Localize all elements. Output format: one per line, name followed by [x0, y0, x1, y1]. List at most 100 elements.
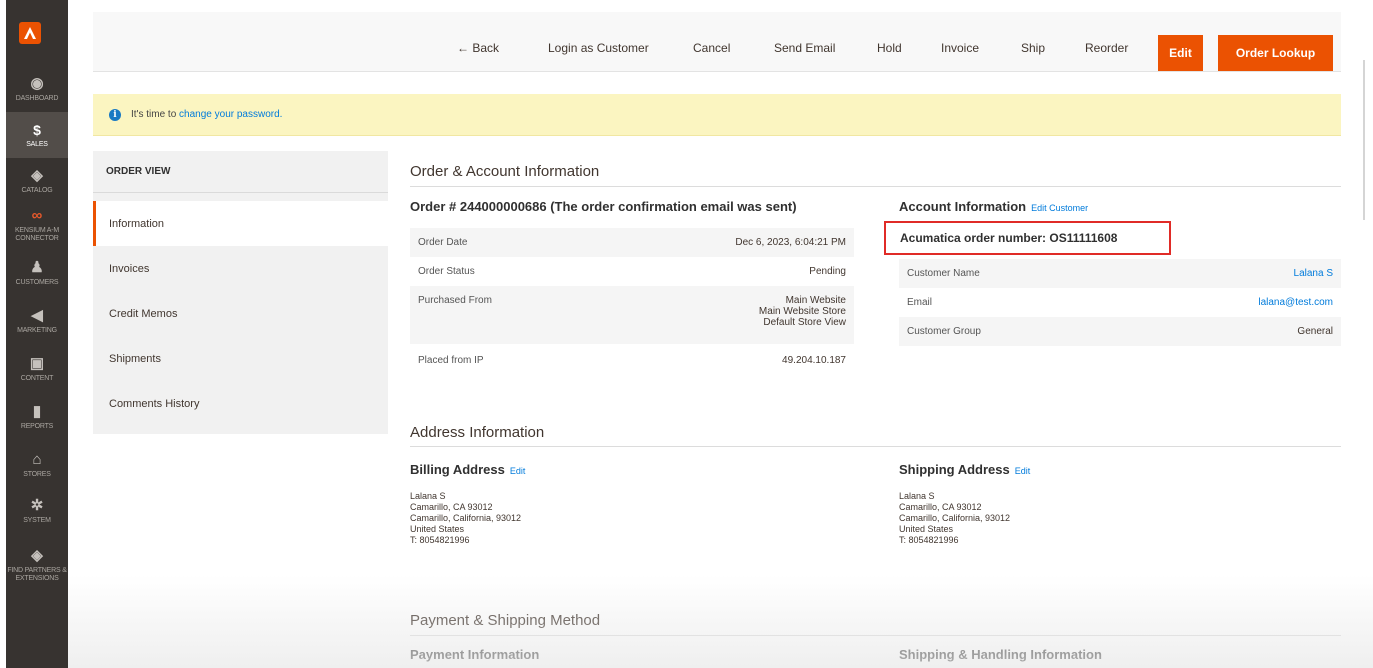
billing-address: Lalana S Camarillo, CA 93012 Camarillo, …: [410, 491, 521, 546]
tab-information[interactable]: Information: [93, 201, 388, 246]
back-button[interactable]: ← Back: [457, 42, 499, 54]
nav-customers[interactable]: ♟ CUSTOMERS: [6, 250, 68, 296]
catalog-icon: ◈: [31, 166, 43, 184]
nav-kensium-connector[interactable]: ∞ KENSIUM A-M CONNECTOR: [6, 202, 68, 248]
placed-from-ip-value: 49.204.10.187: [782, 355, 846, 366]
billing-phone: T: 8054821996: [410, 535, 470, 545]
billing-line-2: Camarillo, California, 93012: [410, 513, 522, 523]
edit-customer-link[interactable]: Edit Customer: [1031, 203, 1088, 213]
order-lookup-button[interactable]: Order Lookup: [1218, 35, 1333, 71]
table-row: Email lalana@test.com: [899, 288, 1341, 317]
shipping-address-heading: Shipping Address Edit: [899, 462, 1030, 477]
nav-label: CATALOG: [21, 186, 53, 194]
nav-label: STORES: [23, 470, 51, 478]
login-as-customer-button[interactable]: Login as Customer: [548, 42, 649, 54]
nav-marketing[interactable]: ◀ MARKETING: [6, 298, 68, 344]
order-info-table: Order Date Dec 6, 2023, 6:04:21 PM Order…: [410, 228, 854, 377]
account-info-title: Account Information: [899, 199, 1027, 214]
notice-text: It's time to: [131, 109, 177, 120]
ship-button[interactable]: Ship: [1021, 42, 1045, 54]
customer-name-link[interactable]: Lalana S: [1294, 268, 1333, 279]
customer-email-link[interactable]: lalana@test.com: [1258, 297, 1333, 308]
purchased-from-store: Main Website Store: [758, 306, 846, 317]
nav-label: CONTENT: [20, 374, 54, 382]
nav-find-partners[interactable]: ◈ FIND PARTNERS & EXTENSIONS: [6, 540, 68, 590]
nav-system[interactable]: ✲ SYSTEM: [6, 488, 68, 534]
magento-logo[interactable]: [19, 22, 41, 44]
content-icon: ▣: [29, 354, 45, 372]
placed-from-ip-label: Placed from IP: [418, 355, 484, 366]
admin-sidebar: ◉ DASHBOARD $ SALES ◈ CATALOG ∞ KENSIUM …: [6, 0, 68, 668]
change-password-link[interactable]: change your password.: [179, 109, 282, 120]
nav-stores[interactable]: ⌂ STORES: [6, 442, 68, 488]
billing-address-title: Billing Address: [410, 462, 505, 477]
purchased-from-view: Default Store View: [763, 317, 846, 328]
send-email-button[interactable]: Send Email: [774, 42, 835, 54]
nav-dashboard[interactable]: ◉ DASHBOARD: [6, 66, 68, 112]
nav-label: FIND PARTNERS & EXTENSIONS: [7, 566, 67, 582]
shipping-country: United States: [899, 524, 954, 534]
nav-label: SALES: [26, 140, 48, 148]
table-row: Order Status Pending: [410, 257, 854, 286]
shipping-address: Lalana S Camarillo, CA 93012 Camarillo, …: [899, 491, 1010, 546]
edit-shipping-address-link[interactable]: Edit: [1015, 466, 1031, 476]
edit-billing-address-link[interactable]: Edit: [510, 466, 526, 476]
tab-credit-memos[interactable]: Credit Memos: [93, 291, 388, 336]
invoice-button[interactable]: Invoice: [941, 42, 979, 54]
customer-name-label: Customer Name: [899, 259, 1120, 288]
gear-icon: ✲: [30, 496, 44, 514]
connector-icon: ∞: [31, 206, 43, 224]
order-date-value: Dec 6, 2023, 6:04:21 PM: [594, 228, 854, 257]
page-scrollbar[interactable]: [1363, 60, 1365, 220]
purchased-from-value: Main Website Main Website Store Default …: [594, 286, 854, 344]
nav-label: SYSTEM: [23, 516, 51, 524]
table-row: Order Date Dec 6, 2023, 6:04:21 PM: [410, 228, 854, 257]
nav-sales[interactable]: $ SALES: [6, 112, 68, 158]
info-icon: i: [109, 108, 121, 121]
extensions-icon: ◈: [31, 546, 43, 564]
dollar-icon: $: [33, 121, 41, 138]
bar-chart-icon: ▮: [32, 402, 42, 420]
nav-content[interactable]: ▣ CONTENT: [6, 346, 68, 392]
billing-country: United States: [410, 524, 465, 534]
table-row: Purchased From Main Website Main Website…: [410, 286, 854, 344]
section-divider: [410, 446, 1341, 447]
bottom-fade: [68, 575, 1373, 668]
nav-catalog[interactable]: ◈ CATALOG: [6, 158, 68, 204]
section-divider: [410, 635, 1341, 636]
nav-label: KENSIUM A-M CONNECTOR: [14, 226, 60, 242]
account-info-heading: Account Information Edit Customer: [899, 199, 1088, 214]
email-cell: lalana@test.com: [1119, 288, 1341, 317]
order-view-tabs: ORDER VIEW Information Invoices Credit M…: [93, 151, 388, 434]
nav-label: DASHBOARD: [15, 94, 59, 102]
acumatica-order-number: Acumatica order number: OS11111608: [884, 221, 1171, 255]
order-heading: Order # 244000000686 (The order confirma…: [410, 199, 797, 214]
password-notice: i It's time to change your password.: [93, 94, 1341, 136]
section-divider: [410, 186, 1341, 187]
nav-reports[interactable]: ▮ REPORTS: [6, 394, 68, 440]
tab-shipments[interactable]: Shipments: [93, 336, 388, 381]
reorder-button[interactable]: Reorder: [1085, 42, 1128, 54]
cancel-button[interactable]: Cancel: [693, 42, 730, 54]
table-row: Customer Name Lalana S: [899, 259, 1341, 288]
tab-comments-history[interactable]: Comments History: [93, 381, 388, 426]
megaphone-icon: ◀: [31, 306, 43, 324]
dashboard-icon: ◉: [30, 74, 44, 92]
purchased-from-website: Main Website: [785, 295, 846, 306]
table-row: Customer Group General: [899, 317, 1341, 346]
billing-line-1: Camarillo, CA 93012: [410, 502, 493, 512]
store-icon: ⌂: [32, 450, 42, 468]
account-info-table: Customer Name Lalana S Email lalana@test…: [899, 259, 1341, 346]
shipping-line-2: Camarillo, California, 93012: [899, 513, 1011, 523]
table-row: Placed from IP 49.204.10.187: [410, 344, 854, 377]
tab-invoices[interactable]: Invoices: [93, 246, 388, 291]
adobe-logo-icon: [24, 27, 36, 39]
address-section-title: Address Information: [410, 424, 545, 441]
billing-name: Lalana S: [410, 491, 446, 501]
shipping-name: Lalana S: [899, 491, 935, 501]
hold-button[interactable]: Hold: [877, 42, 902, 54]
billing-address-heading: Billing Address Edit: [410, 462, 525, 477]
order-status-label: Order Status: [418, 266, 475, 277]
edit-button[interactable]: Edit: [1158, 35, 1203, 71]
customers-icon: ♟: [30, 258, 44, 276]
